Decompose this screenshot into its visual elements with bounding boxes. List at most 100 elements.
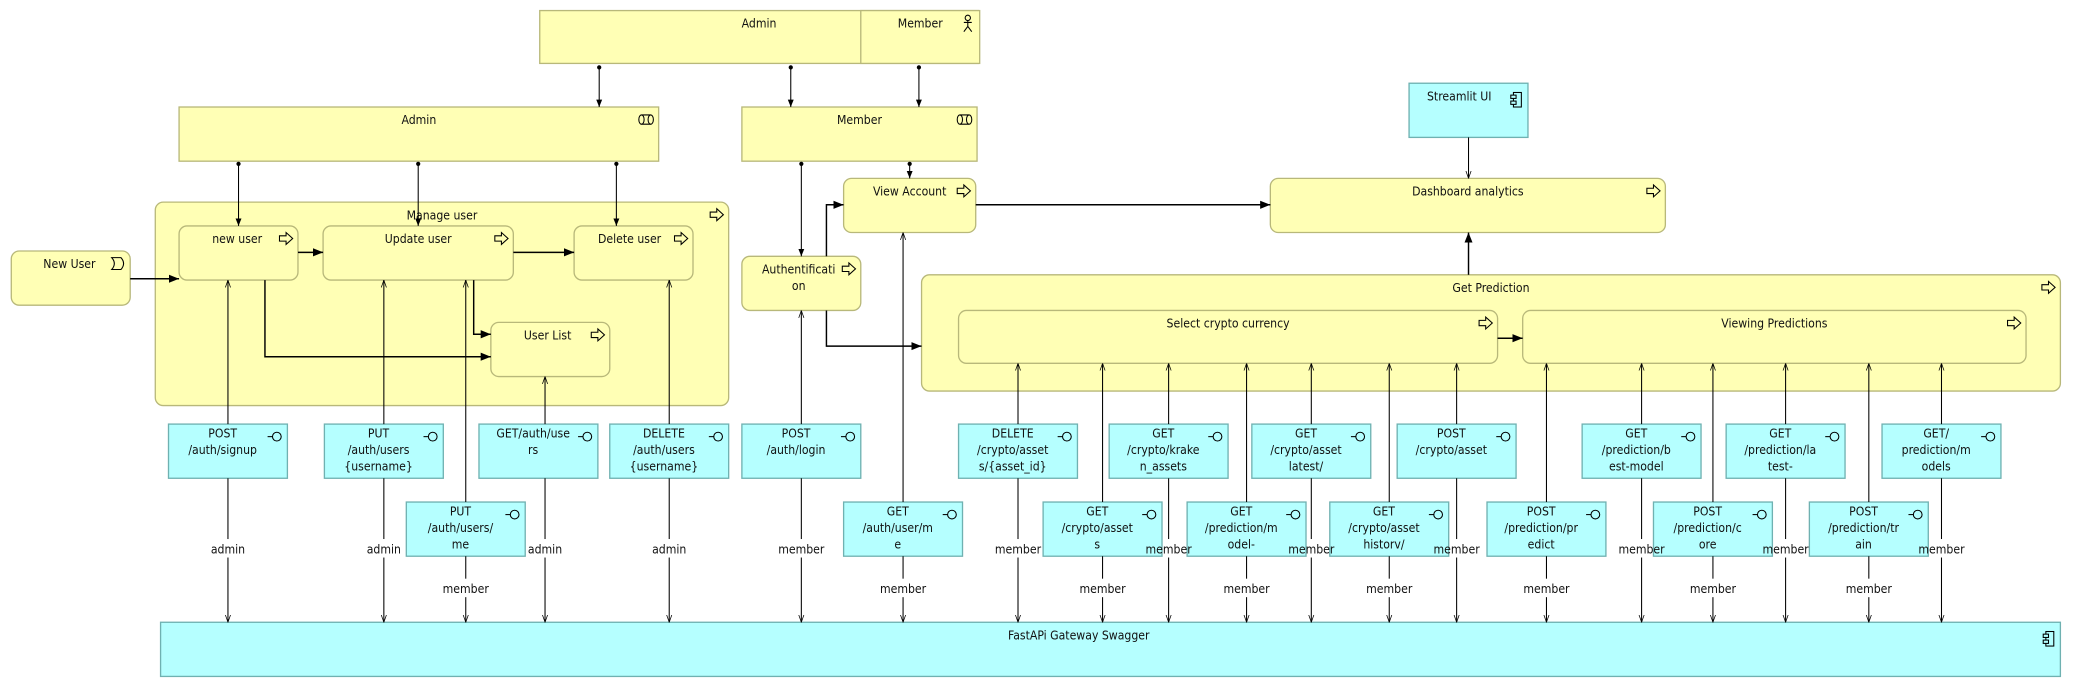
interface-endpoint[interactable]: POST/auth/login xyxy=(741,423,862,479)
endpoint-label: DELETE xyxy=(643,426,685,440)
endpoint-label: GET/auth/use xyxy=(496,426,570,440)
endpoint-label: /auth/login xyxy=(767,443,826,457)
access-label: admin xyxy=(652,543,686,557)
process-viewing-predictions[interactable]: Viewing Predictions xyxy=(1522,309,2027,364)
process-update-user-label: Update user xyxy=(385,232,452,246)
role-member[interactable]: Member xyxy=(741,106,978,162)
actor-member[interactable]: Member xyxy=(860,9,981,65)
process-user-list[interactable]: User List xyxy=(490,321,611,378)
endpoint-label: n_assets xyxy=(1140,459,1187,473)
interface-endpoint[interactable]: POST/prediction/tr ain xyxy=(1808,501,1929,557)
endpoint-label: PUT xyxy=(368,426,390,440)
interface-endpoint[interactable]: GET/crypto/asset s xyxy=(1042,501,1163,557)
endpoint-label: ore xyxy=(1699,537,1717,551)
interface-endpoint[interactable]: POST/auth/signup xyxy=(167,423,289,479)
endpoint-label: /crypto/asset xyxy=(1416,443,1488,457)
process-authentification[interactable]: Authentificati on xyxy=(741,255,862,312)
actor-admin-label: Admin xyxy=(742,17,777,31)
component-streamlit-ui[interactable]: Streamlit UI xyxy=(1408,82,1529,139)
event-new-user-label: New User xyxy=(43,257,96,271)
process-delete-user-label: Delete user xyxy=(598,232,662,246)
endpoint-label: odels xyxy=(1922,459,1951,473)
endpoint-label: GET xyxy=(1230,504,1252,518)
interface-endpoint[interactable]: DELETE/crypto/asset s/{asset_id} xyxy=(957,423,1079,479)
process-dashboard-analytics[interactable]: Dashboard analytics xyxy=(1269,177,1667,234)
process-select-crypto[interactable]: Select crypto currency xyxy=(957,309,1499,364)
endpoint-label: s xyxy=(1094,537,1100,551)
endpoint-label: GET xyxy=(887,504,909,518)
component-fastapi-gateway[interactable]: FastAPi Gateway Swagger xyxy=(159,621,2062,678)
process-select-crypto-label: Select crypto currency xyxy=(1167,317,1291,331)
process-authentification-label: Authentificati xyxy=(762,262,835,276)
access-label: member xyxy=(995,543,1042,557)
triggering-line xyxy=(825,310,922,351)
endpoint-label: ain xyxy=(1855,537,1872,551)
interface-endpoint[interactable]: DELETE/auth/users {username} xyxy=(609,423,730,479)
interface-endpoint[interactable]: PUT/auth/users/me xyxy=(405,501,526,557)
access-label: member xyxy=(1918,543,1965,557)
endpoint-label: GET/ xyxy=(1923,426,1949,440)
endpoint-label: /auth/users xyxy=(633,443,695,457)
endpoint-label: test- xyxy=(1768,459,1793,473)
access-label: member xyxy=(778,543,825,557)
interface-endpoint[interactable]: GET/prediction/la test- xyxy=(1725,423,1846,479)
endpoint-label: /prediction/m xyxy=(1205,521,1278,535)
actor-member-label: Member xyxy=(898,17,943,31)
process-view-account-label: View Account xyxy=(873,185,947,199)
endpoint-label: edict xyxy=(1528,537,1556,551)
endpoint-label: POST xyxy=(1693,504,1722,518)
interface-endpoint[interactable]: GET/prediction/m odels xyxy=(1881,423,2002,479)
endpoint-label: historv/ xyxy=(1363,537,1405,551)
endpoint-label: latest/ xyxy=(1289,459,1324,473)
endpoint-label: POST xyxy=(1437,426,1466,440)
endpoint-label: POST xyxy=(1849,504,1878,518)
access-label: member xyxy=(1523,582,1570,596)
endpoint-label: /prediction/b xyxy=(1602,443,1671,457)
endpoint-label: me xyxy=(452,537,470,551)
access-label: member xyxy=(1079,582,1126,596)
triggering-line xyxy=(825,200,844,257)
interface-endpoint[interactable]: POST/prediction/pr edict xyxy=(1486,501,1607,557)
endpoint-label: /prediction/tr xyxy=(1828,521,1899,535)
endpoint-label: s/{asset_id} xyxy=(979,459,1047,473)
endpoint-label: /prediction/la xyxy=(1744,443,1816,457)
process-new-user[interactable]: new user xyxy=(178,225,299,281)
endpoint-label: /prediction/pr xyxy=(1504,521,1578,535)
process-manage-user-label: Manage user xyxy=(407,208,478,222)
endpoint-label: POST xyxy=(782,426,811,440)
interface-endpoint[interactable]: PUT/auth/users {username} xyxy=(323,423,444,479)
endpoint-label: GET xyxy=(1373,504,1395,518)
endpoint-label: DELETE xyxy=(992,426,1034,440)
endpoint-label: /crypto/asset xyxy=(977,443,1049,457)
archimate-diagram: Admin Member Admin Member Manage user New Use… xyxy=(10,9,2062,678)
interface-endpoint[interactable]: GET/prediction/b est-model xyxy=(1581,423,1702,479)
access-label: member xyxy=(1146,543,1193,557)
endpoint-label: GET xyxy=(1152,426,1174,440)
event-new-user[interactable]: New User xyxy=(10,250,131,306)
endpoint-label: e xyxy=(894,537,901,551)
process-view-account[interactable]: View Account xyxy=(842,177,977,234)
process-viewing-predictions-label: Viewing Predictions xyxy=(1721,317,1827,331)
endpoint-label: odel- xyxy=(1228,537,1255,551)
interface-endpoint[interactable]: GET/auth/use rs xyxy=(478,423,599,479)
endpoint-label: GET xyxy=(1625,426,1647,440)
endpoint-label: /auth/users xyxy=(348,443,410,457)
endpoint-label: /auth/user/m xyxy=(863,521,933,535)
interface-endpoint[interactable]: GET/crypto/asset latest/ xyxy=(1251,423,1372,479)
role-admin[interactable]: Admin xyxy=(178,106,660,162)
role-admin-label: Admin xyxy=(401,113,436,127)
endpoint-label: /auth/users/ xyxy=(428,521,494,535)
endpoint-label: /auth/signup xyxy=(188,443,257,457)
role-member-label: Member xyxy=(837,113,882,127)
interface-endpoint[interactable]: POST/crypto/asset xyxy=(1396,423,1517,479)
process-delete-user[interactable]: Delete user xyxy=(573,225,694,281)
interface-endpoint[interactable]: GET/crypto/asset historv/ xyxy=(1329,501,1450,557)
interface-endpoint[interactable]: GET/crypto/krake n_assets xyxy=(1108,423,1229,479)
interface-endpoint[interactable]: POST/prediction/c ore xyxy=(1652,501,1774,557)
interface-endpoint[interactable]: GET/auth/user/m e xyxy=(842,501,964,557)
access-label: member xyxy=(1434,543,1481,557)
process-update-user[interactable]: Update user xyxy=(322,225,514,281)
process-authentification-label: on xyxy=(792,279,806,293)
access-label: member xyxy=(1288,543,1335,557)
component-streamlit-ui-label: Streamlit UI xyxy=(1427,89,1492,103)
